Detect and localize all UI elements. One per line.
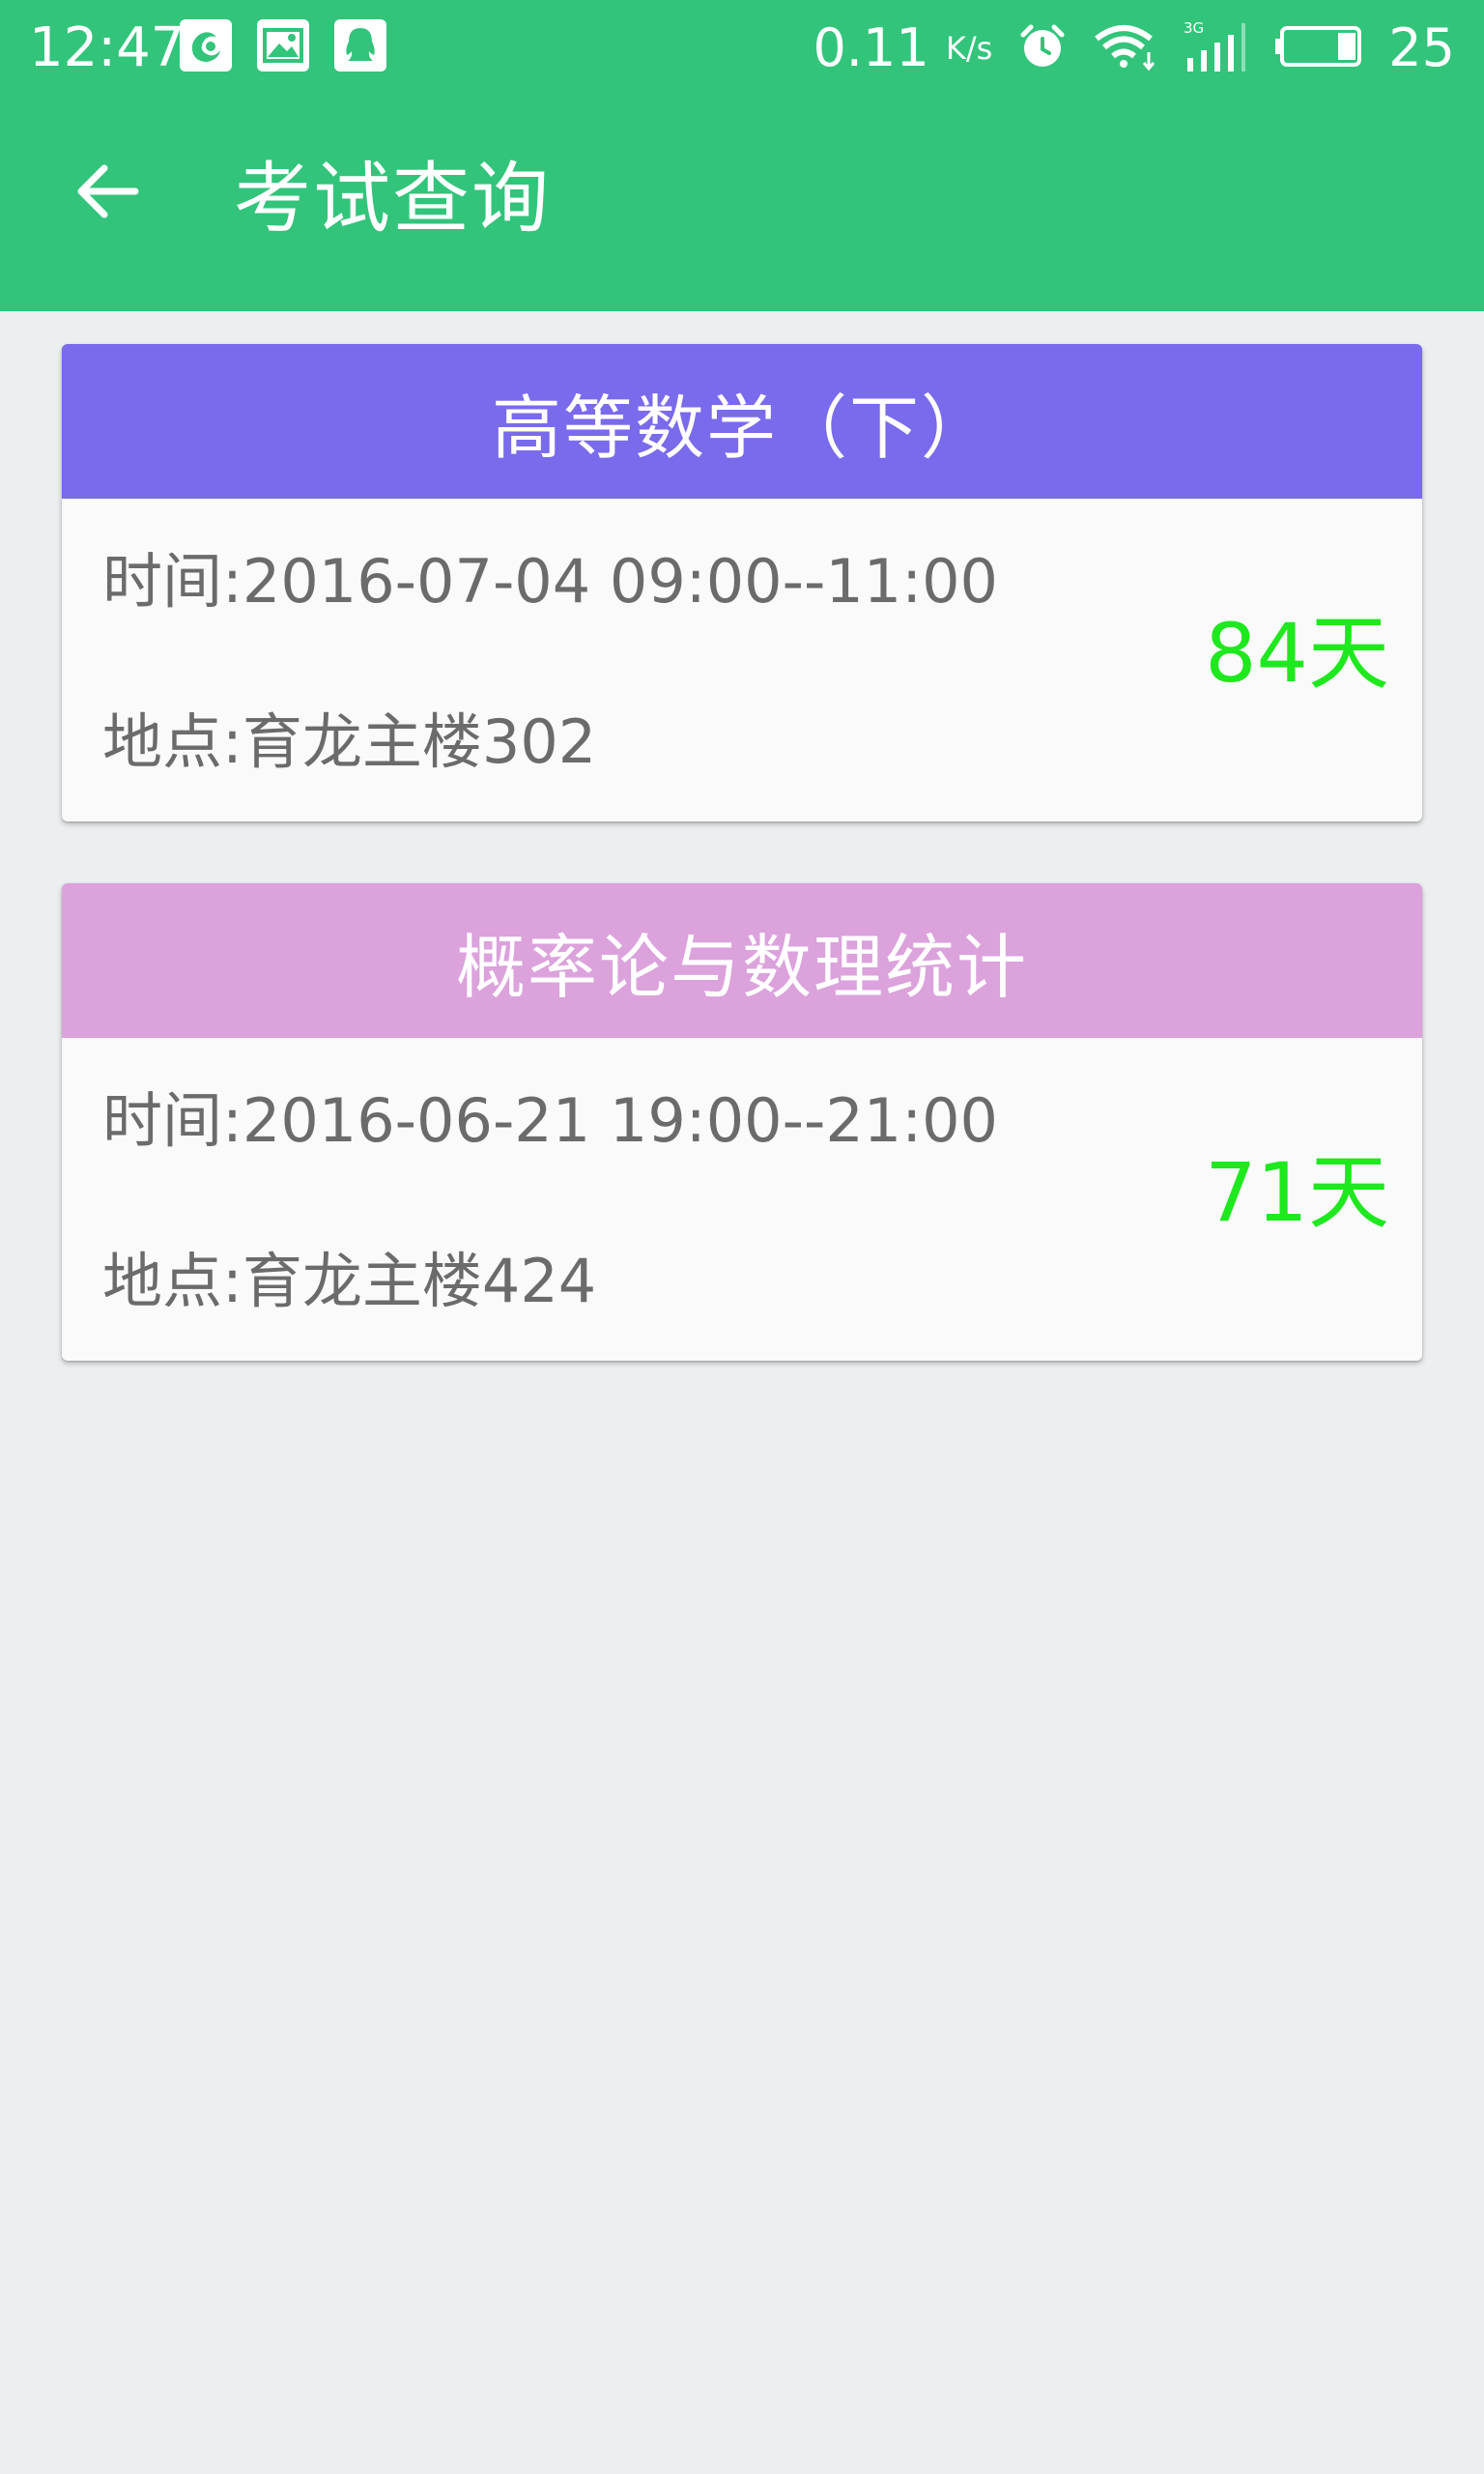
exam-time: 时间:2016-06-21 19:00--21:00 [102,1085,999,1156]
exam-days-left: 84天 [1205,606,1389,701]
wifi-icon [1093,21,1158,75]
exam-place: 地点:育龙主楼302 [102,706,597,777]
status-right-group: 0.11 K/s 3G 25 [813,15,1455,81]
gallery-icon [257,19,309,72]
battery-percent: 25 [1388,17,1455,78]
exam-card-header: 高等数学（下） [62,344,1422,499]
uc-browser-icon [180,19,232,72]
qq-icon [334,19,386,72]
exam-time: 时间:2016-07-04 09:00--11:00 [102,546,999,617]
arrow-left-icon [77,162,139,224]
page-title: 考试查询 [234,154,551,244]
back-button[interactable] [60,145,157,242]
app-bar: 12:47 0.11 K/s 3G 25 考试查询 [0,0,1484,311]
exam-place: 地点:育龙主楼424 [102,1246,597,1316]
status-bar: 12:47 0.11 K/s 3G 25 [0,0,1484,97]
exam-course-name: 高等数学（下） [491,387,992,469]
network-speed-unit: K/s [945,30,993,67]
network-speed: 0.11 K/s [813,15,992,81]
exam-course-name: 概率论与数理统计 [455,926,1028,1008]
exam-days-left: 71天 [1205,1145,1389,1240]
exam-card-header: 概率论与数理统计 [62,883,1422,1038]
battery-icon [1274,24,1363,72]
svg-text:3G: 3G [1184,19,1204,37]
network-speed-value: 0.11 [813,17,929,78]
exam-card[interactable]: 高等数学（下） 时间:2016-07-04 09:00--11:00 地点:育龙… [62,344,1422,821]
signal-3g-icon: 3G [1184,19,1249,77]
toolbar: 考试查询 [0,97,1484,311]
alarm-icon [1017,21,1068,75]
exam-card[interactable]: 概率论与数理统计 时间:2016-06-21 19:00--21:00 地点:育… [62,883,1422,1361]
status-time: 12:47 [29,16,186,79]
